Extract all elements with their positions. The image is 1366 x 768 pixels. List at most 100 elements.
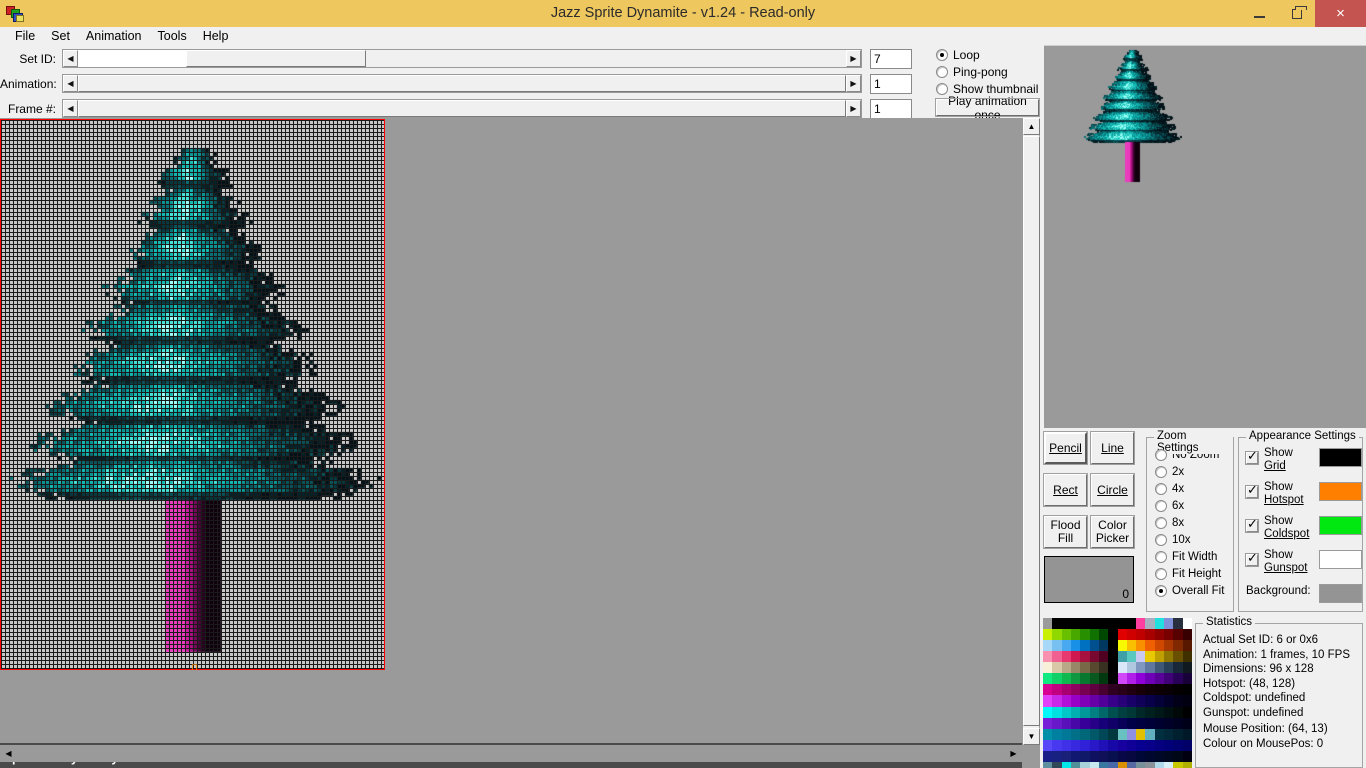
palette-swatch[interactable]: [1164, 761, 1174, 768]
palette-swatch[interactable]: [1182, 728, 1192, 740]
palette-swatch[interactable]: [1080, 706, 1090, 718]
canvas-vertical-scrollbar[interactable]: ▲ ▼: [1022, 118, 1040, 745]
palette-swatch[interactable]: [1052, 750, 1062, 762]
palette-swatch[interactable]: [1108, 717, 1118, 729]
palette-swatch[interactable]: [1164, 640, 1174, 652]
palette-swatch[interactable]: [1154, 717, 1165, 729]
palette-swatch[interactable]: [1043, 706, 1053, 718]
palette-swatch[interactable]: [1173, 706, 1183, 718]
palette-swatch[interactable]: [1145, 618, 1155, 630]
palette-swatch[interactable]: [1089, 640, 1099, 652]
palette-swatch[interactable]: [1108, 618, 1118, 630]
palette-swatch[interactable]: [1108, 629, 1118, 641]
palette-swatch[interactable]: [1080, 695, 1090, 707]
tool-circle-button[interactable]: Circle: [1090, 473, 1135, 507]
palette-swatch[interactable]: [1182, 629, 1192, 641]
frame-left-arrow-icon[interactable]: ◀: [63, 100, 78, 117]
palette-swatch[interactable]: [1089, 761, 1099, 768]
zoom-option-2x[interactable]: 2x: [1147, 463, 1233, 480]
radio-2x-icon[interactable]: [1155, 465, 1167, 478]
palette-swatch[interactable]: [1052, 761, 1062, 768]
hotspot-color-swatch[interactable]: [1318, 482, 1362, 501]
palette-swatch[interactable]: [1098, 750, 1109, 762]
palette-swatch[interactable]: [1154, 761, 1165, 768]
palette-swatch[interactable]: [1145, 717, 1155, 729]
checkbox-show-coldspot-icon[interactable]: [1245, 517, 1259, 533]
palette-swatch[interactable]: [1136, 651, 1146, 663]
palette-swatch[interactable]: [1126, 728, 1137, 740]
palette-swatch[interactable]: [1043, 728, 1053, 740]
animation-right-arrow-icon[interactable]: ▶: [846, 75, 861, 92]
palette-swatch[interactable]: [1182, 695, 1192, 707]
sprite-pixels[interactable]: [1, 120, 384, 669]
palette-swatch[interactable]: [1182, 662, 1192, 674]
palette-swatch[interactable]: [1182, 717, 1192, 729]
palette-swatch[interactable]: [1145, 728, 1155, 740]
palette-swatch[interactable]: [1052, 662, 1062, 674]
palette-swatch[interactable]: [1136, 750, 1146, 762]
palette-swatch[interactable]: [1117, 728, 1127, 740]
palette-swatch[interactable]: [1098, 761, 1109, 768]
palette-swatch[interactable]: [1070, 706, 1081, 718]
palette-swatch[interactable]: [1182, 673, 1192, 685]
radio-fit-height-icon[interactable]: [1155, 567, 1167, 580]
palette-swatch[interactable]: [1154, 695, 1165, 707]
palette-swatch[interactable]: [1070, 728, 1081, 740]
palette-swatch[interactable]: [1052, 673, 1062, 685]
palette-swatch[interactable]: [1052, 695, 1062, 707]
palette-swatch[interactable]: [1126, 695, 1137, 707]
palette-swatch[interactable]: [1043, 739, 1053, 751]
palette-swatch[interactable]: [1108, 750, 1118, 762]
palette-swatch[interactable]: [1089, 673, 1099, 685]
palette-swatch[interactable]: [1136, 684, 1146, 696]
palette-swatch[interactable]: [1043, 662, 1053, 674]
palette-swatch[interactable]: [1126, 640, 1137, 652]
menu-item-file[interactable]: File: [7, 27, 43, 45]
palette-swatch[interactable]: [1117, 673, 1127, 685]
palette-swatch[interactable]: [1108, 640, 1118, 652]
palette-swatch[interactable]: [1164, 750, 1174, 762]
palette-swatch[interactable]: [1173, 662, 1183, 674]
palette-swatch[interactable]: [1089, 618, 1099, 630]
palette-swatch[interactable]: [1080, 750, 1090, 762]
coldspot-color-swatch[interactable]: [1318, 516, 1362, 535]
palette-swatch[interactable]: [1145, 750, 1155, 762]
palette-swatch[interactable]: [1173, 684, 1183, 696]
palette-swatch[interactable]: [1098, 706, 1109, 718]
palette-swatch[interactable]: [1089, 728, 1099, 740]
palette-swatch[interactable]: [1145, 739, 1155, 751]
palette-swatch[interactable]: [1070, 618, 1081, 630]
palette-swatch[interactable]: [1164, 684, 1174, 696]
radio-fit-width-icon[interactable]: [1155, 550, 1167, 563]
palette-swatch[interactable]: [1070, 739, 1081, 751]
palette-swatch[interactable]: [1043, 695, 1053, 707]
palette-swatch[interactable]: [1154, 662, 1165, 674]
palette-swatch[interactable]: [1173, 640, 1183, 652]
palette-swatch[interactable]: [1136, 695, 1146, 707]
palette-swatch[interactable]: [1117, 662, 1127, 674]
tool-pencil-button[interactable]: Pencil: [1043, 431, 1088, 465]
palette-swatch[interactable]: [1164, 651, 1174, 663]
palette-swatch[interactable]: [1145, 695, 1155, 707]
radio-4x-icon[interactable]: [1155, 482, 1167, 495]
palette-swatch[interactable]: [1043, 761, 1053, 768]
editor-canvas-pane[interactable]: ⊓: [0, 118, 1022, 745]
palette-swatch[interactable]: [1126, 684, 1137, 696]
show-grid-row[interactable]: Show Grid: [1239, 444, 1362, 478]
palette-swatch[interactable]: [1070, 695, 1081, 707]
palette-swatch[interactable]: [1173, 629, 1183, 641]
show-gunspot-row[interactable]: Show Gunspot: [1239, 546, 1362, 580]
palette-swatch[interactable]: [1052, 717, 1062, 729]
palette-swatch[interactable]: [1089, 750, 1099, 762]
palette-swatch[interactable]: [1164, 717, 1174, 729]
sprite-pixel-canvas[interactable]: [1, 120, 384, 669]
palette-swatch[interactable]: [1182, 640, 1192, 652]
palette-swatch[interactable]: [1154, 651, 1165, 663]
palette-swatch[interactable]: [1117, 629, 1127, 641]
palette-swatch[interactable]: [1108, 662, 1118, 674]
palette-swatch[interactable]: [1061, 618, 1071, 630]
canvas-horizontal-scrollbar[interactable]: ◀ ▶: [0, 745, 1022, 762]
palette-swatch[interactable]: [1098, 739, 1109, 751]
checkbox-show-hotspot-icon[interactable]: [1245, 483, 1259, 499]
palette-swatch[interactable]: [1154, 629, 1165, 641]
